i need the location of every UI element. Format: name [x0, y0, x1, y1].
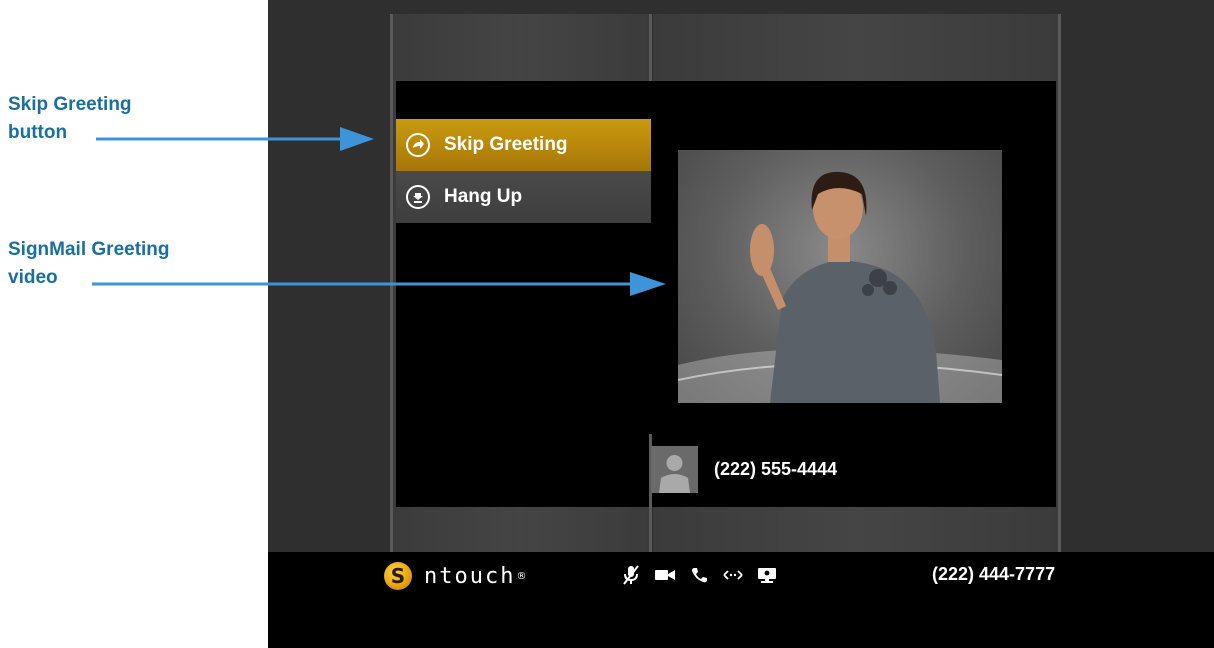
video-camera-icon[interactable]	[648, 562, 682, 588]
callout-video-line2: video	[8, 267, 58, 288]
forward-arrow-icon	[406, 133, 430, 157]
screen-share-icon[interactable]	[750, 562, 784, 588]
hang-up-icon	[406, 185, 430, 209]
call-toolbar	[614, 562, 784, 588]
signmail-greeting-video	[678, 150, 1002, 403]
callout-skip-greeting: Skip Greeting button	[8, 91, 132, 147]
brand-name: ntouch	[424, 563, 516, 589]
ntouch-logo-icon: S	[384, 562, 412, 590]
callout-signmail-video: SignMail Greeting video	[8, 236, 170, 292]
hang-up-label: Hang Up	[444, 186, 523, 207]
person-silhouette-icon	[651, 445, 698, 493]
contact-info: (222) 555-4444	[651, 444, 837, 494]
bottom-bar: S ntouch ® (222) 444-7777	[268, 552, 1214, 648]
callout-skip-line2: button	[8, 122, 68, 143]
my-phone-number: (222) 444-7777	[932, 564, 1056, 584]
call-menu: Skip Greeting Hang Up	[396, 119, 651, 223]
mic-muted-icon[interactable]	[614, 562, 648, 588]
skip-greeting-label: Skip Greeting	[444, 134, 568, 155]
brand-registered-mark: ®	[516, 570, 527, 582]
phone-icon[interactable]	[682, 562, 716, 588]
share-arrows-icon[interactable]	[716, 562, 750, 588]
callout-skip-line1: Skip Greeting	[8, 94, 132, 115]
panel-divider-left	[390, 14, 393, 552]
skip-greeting-button[interactable]: Skip Greeting	[396, 119, 651, 171]
callout-video-line1: SignMail Greeting	[8, 239, 170, 260]
panel-divider-right	[1058, 14, 1061, 552]
hang-up-button[interactable]: Hang Up	[396, 171, 651, 223]
contact-number: (222) 555-4444	[714, 458, 838, 479]
brand: S ntouch ®	[384, 562, 526, 590]
